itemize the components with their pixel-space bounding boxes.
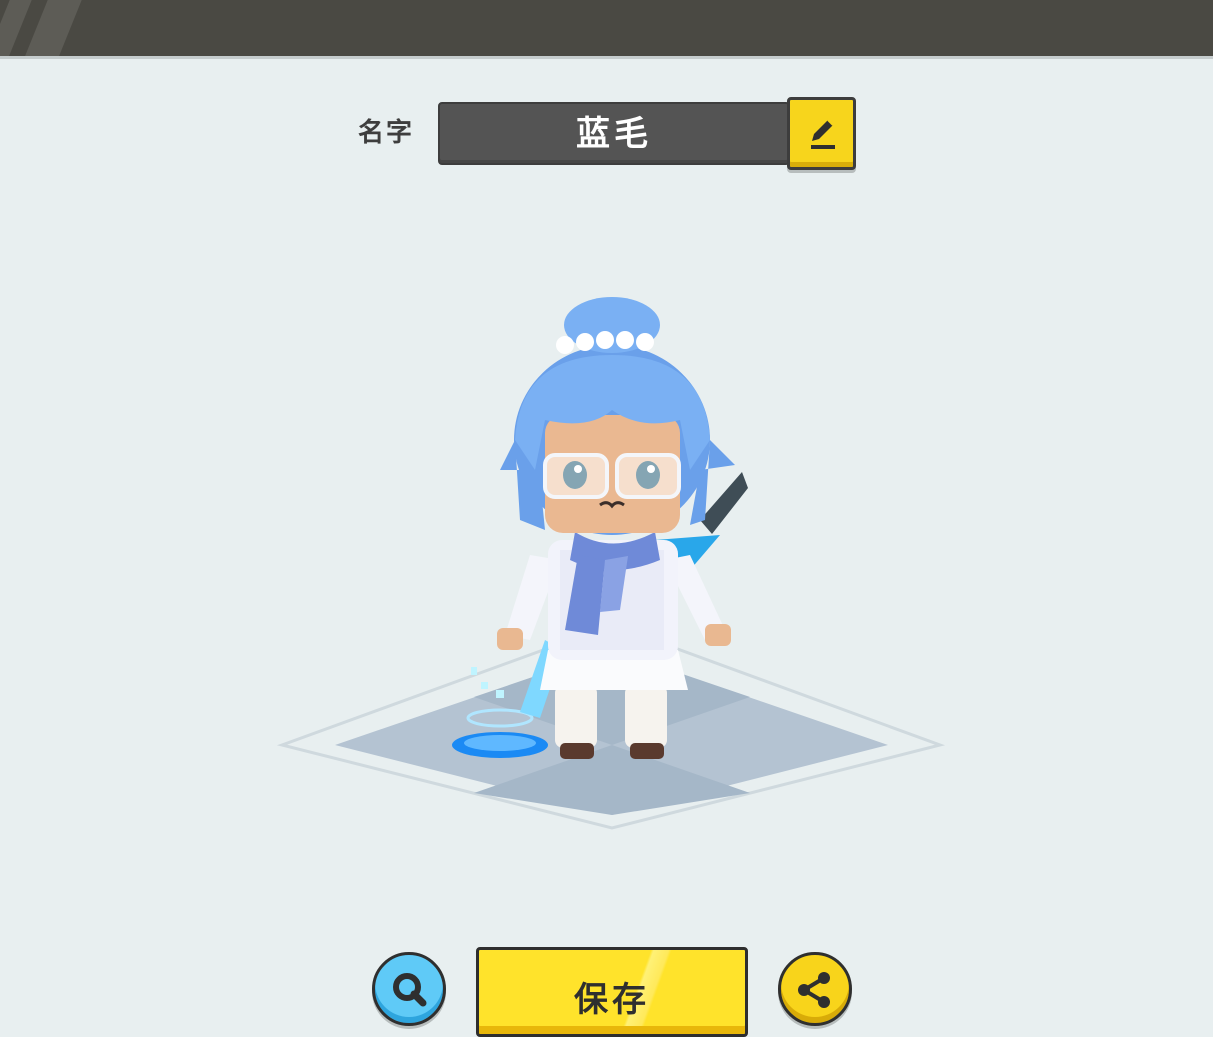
- edit-name-button[interactable]: [787, 97, 856, 170]
- share-button[interactable]: [778, 952, 852, 1026]
- character-model-illustration: [276, 297, 946, 830]
- pencil-icon: [811, 119, 835, 149]
- save-button-label: 保存: [574, 980, 650, 1020]
- name-label: 名字: [358, 118, 415, 148]
- top-bar: [0, 0, 1213, 59]
- magnifier-icon: [393, 973, 427, 1007]
- name-field[interactable]: 蓝毛: [438, 102, 790, 165]
- save-button[interactable]: 保存: [476, 947, 748, 1037]
- character-avatar[interactable]: [270, 285, 950, 849]
- topbar-stripe: [21, 0, 85, 56]
- share-icon: [798, 972, 830, 1008]
- zoom-button[interactable]: [372, 952, 446, 1026]
